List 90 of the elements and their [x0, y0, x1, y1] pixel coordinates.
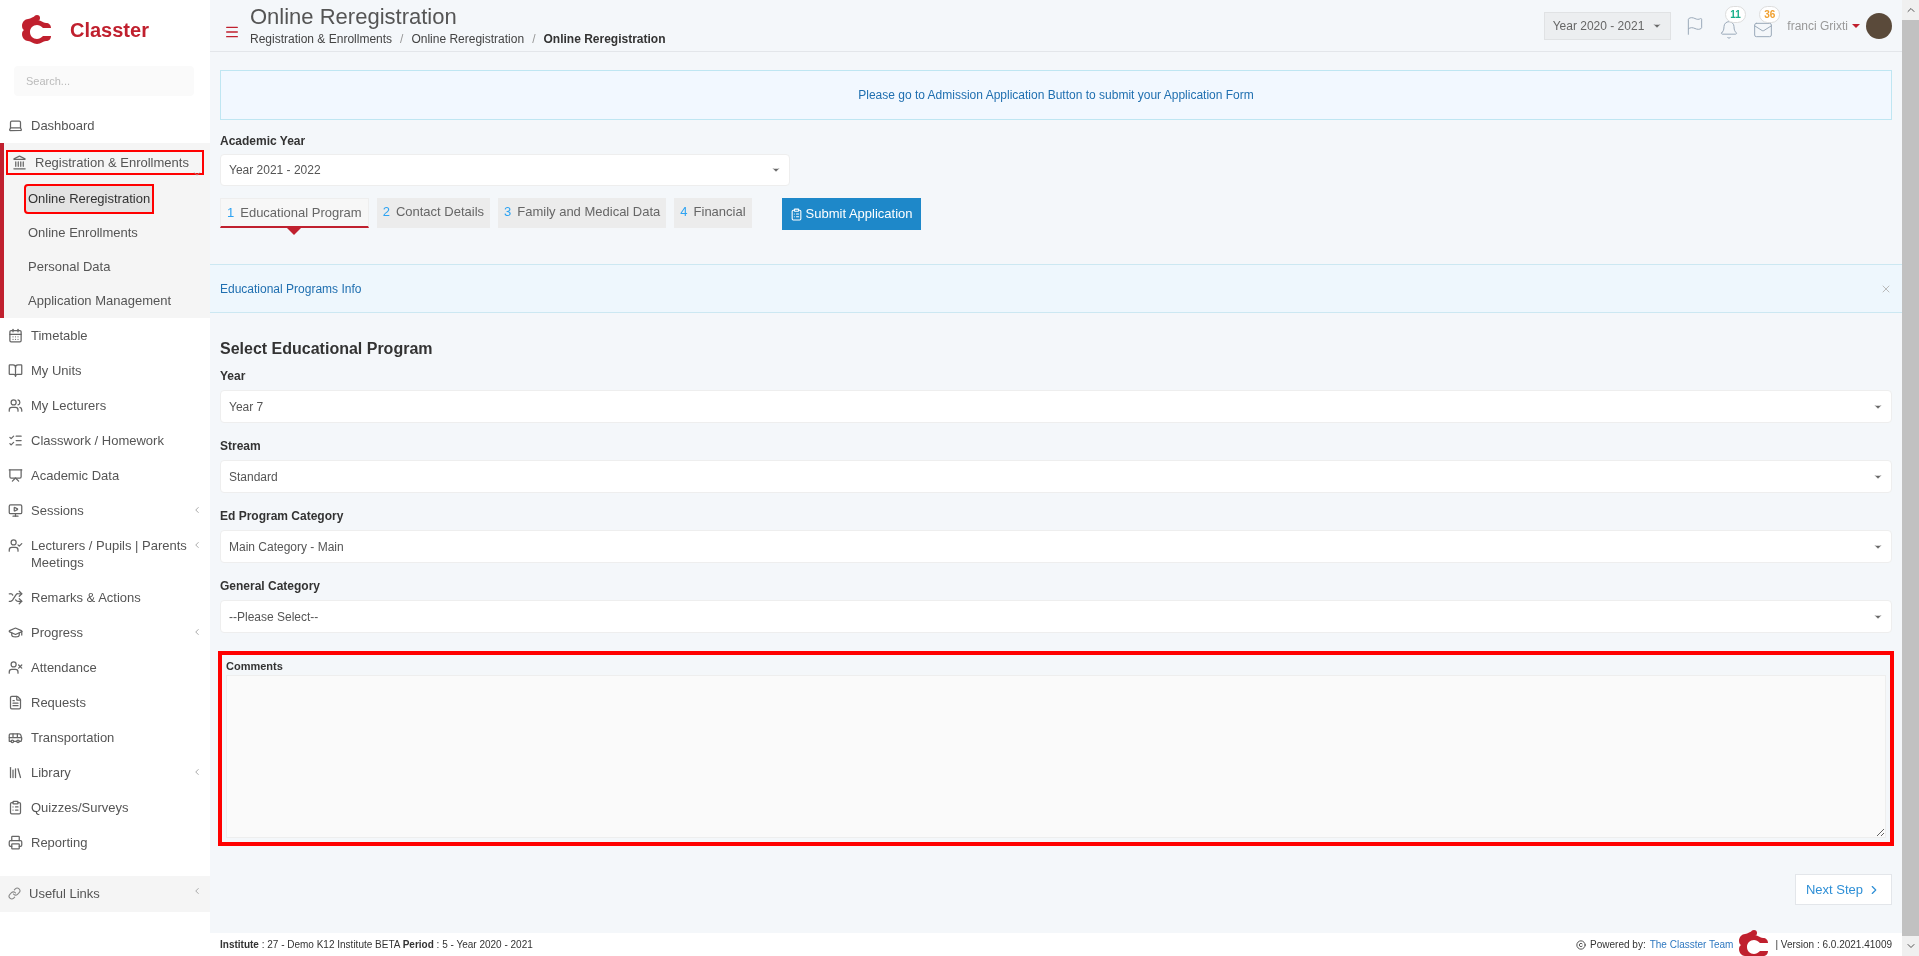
message-count: 36	[1759, 5, 1781, 23]
submenu-item[interactable]: Application Management	[24, 286, 208, 316]
menu-label[interactable]: Attendance	[31, 659, 97, 676]
graduation-cap-icon	[8, 625, 23, 640]
notice-banner: Please go to Admission Application Button to submit your Application Form	[220, 70, 1892, 120]
bank-icon	[12, 155, 27, 170]
powered-by-label: Powered by:	[1590, 938, 1646, 952]
logo-icon	[20, 13, 54, 47]
panel-title: Educational Programs Info	[220, 280, 362, 298]
submenu-item[interactable]: Online Reregistration	[24, 184, 155, 214]
chevron-left-icon	[192, 767, 202, 777]
section-title: Select Educational Program	[220, 339, 434, 359]
bus-icon	[8, 730, 23, 745]
printer-icon	[8, 835, 23, 850]
books-icon	[8, 765, 23, 780]
menu-label[interactable]: My Units	[31, 362, 82, 379]
tab-pointer-icon	[287, 228, 302, 235]
users-icon	[8, 398, 23, 413]
menu-label[interactable]: Quizzes/Surveys	[31, 799, 129, 816]
breadcrumb[interactable]: Online Reregistration	[411, 29, 525, 48]
select-field[interactable]: --Please Select--	[220, 600, 1892, 633]
shuffle-icon	[8, 590, 23, 605]
field-label: General Category	[220, 578, 322, 595]
document-icon	[8, 695, 23, 710]
laptop-icon	[8, 118, 23, 133]
team-link[interactable]: The Classter Team	[1649, 937, 1734, 952]
form-icon	[789, 207, 803, 221]
menu-label[interactable]: Academic Data	[31, 467, 120, 484]
caret-icon	[771, 165, 781, 175]
next-step-button[interactable]: Next Step	[1794, 874, 1892, 905]
book-icon	[8, 363, 23, 378]
chevron-left-icon	[192, 886, 202, 896]
submenu-item[interactable]: Personal Data	[24, 252, 208, 282]
breadcrumb-separator: /	[532, 30, 536, 48]
menu-label[interactable]: Library	[31, 764, 71, 781]
link-icon	[8, 887, 21, 901]
user-x-icon	[8, 660, 23, 675]
institute-info: Institute : 27 - Demo K12 Institute BETA Period : 5 - Year 2020 - 2021	[220, 938, 533, 952]
menu-label[interactable]: Transportation	[31, 729, 115, 746]
menu-label[interactable]: Dashboard	[31, 117, 95, 134]
info-panel[interactable]: Educational Programs Info	[210, 264, 1902, 313]
chevron-left-icon	[192, 540, 202, 550]
chevron-left-icon	[192, 505, 202, 515]
academic-year-select[interactable]: Year 2021 - 2022	[220, 154, 790, 186]
step-tab[interactable]: 3 Family and Medical Data	[498, 198, 667, 228]
chevron-down-icon	[192, 169, 202, 179]
notification-count: 11	[1725, 5, 1746, 23]
select-field[interactable]: Standard	[220, 460, 1892, 493]
page-title: Online Reregistration	[250, 3, 458, 30]
breadcrumb-separator: /	[400, 30, 404, 48]
version-label: | Version : 6.0.2021.41009	[1775, 938, 1892, 952]
menu-label[interactable]: Classwork / Homework	[31, 432, 164, 449]
menu-label[interactable]: My Lecturers	[31, 397, 107, 414]
breadcrumb[interactable]: Registration & Enrollments	[250, 29, 393, 48]
menu-label[interactable]: Sessions	[31, 502, 84, 519]
year-dropdown[interactable]: Year 2020 - 2021	[1543, 11, 1672, 40]
field-label: Ed Program Category	[220, 508, 345, 525]
step-tab[interactable]: 4 Financial	[674, 198, 752, 228]
menu-label[interactable]: Registration & Enrollments	[35, 154, 189, 171]
menu-label[interactable]: Lecturers / Pupils | Parents Meetings	[31, 537, 202, 571]
chevron-left-icon	[192, 627, 202, 637]
select-field[interactable]: Year 7	[220, 390, 1892, 423]
brand-name: Classter	[70, 18, 149, 43]
comments-field[interactable]	[226, 675, 1886, 838]
menu-label[interactable]: Progress	[31, 624, 84, 641]
calendar-icon	[8, 328, 23, 343]
step-tab[interactable]: 2 Contact Details	[376, 198, 491, 228]
field-label: Comments	[226, 659, 284, 673]
menu-label[interactable]: Requests	[31, 694, 86, 711]
bell-icon[interactable]	[1719, 19, 1740, 40]
select-field[interactable]: Main Category - Main	[220, 530, 1892, 563]
presentation-icon	[8, 468, 23, 483]
user-clock-icon	[8, 538, 23, 553]
field-label: Year	[220, 368, 247, 385]
copyright-icon	[1576, 939, 1587, 950]
avatar[interactable]	[1866, 12, 1892, 39]
board-icon	[8, 503, 23, 518]
menu-label[interactable]: Reporting	[31, 834, 88, 851]
list-icon	[8, 800, 23, 815]
search-field[interactable]: Search...	[14, 66, 194, 96]
checklist-icon	[8, 433, 23, 448]
step-tab[interactable]: 1 Educational Program	[220, 198, 369, 228]
menu-label[interactable]: Useful Links	[29, 884, 100, 904]
field-label: Academic Year	[220, 133, 307, 150]
menu-label[interactable]: Timetable	[31, 327, 88, 344]
submit-application-button[interactable]: Submit Application	[781, 198, 921, 230]
breadcrumb: Online Reregistration	[543, 30, 666, 48]
menu-label[interactable]: Remarks & Actions	[31, 589, 141, 606]
field-label: Stream	[220, 438, 262, 455]
submenu-item[interactable]: Online Enrollments	[24, 218, 208, 248]
